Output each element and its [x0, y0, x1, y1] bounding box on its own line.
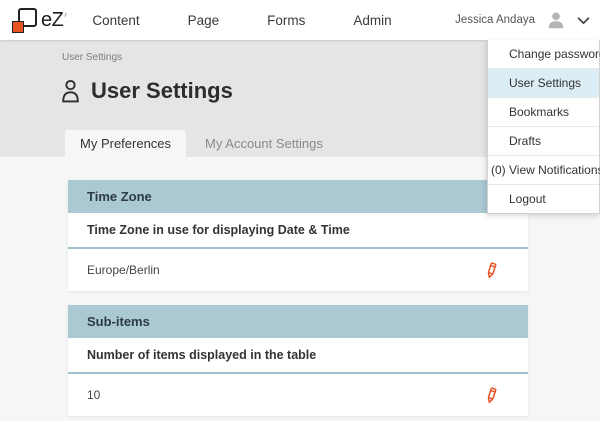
nav-item-page[interactable]: Page: [188, 13, 220, 28]
top-bar: eZ Content Page Forms Admin Jessica Anda…: [0, 0, 600, 40]
menu-item-view-notifications[interactable]: (0)View Notifications: [488, 156, 599, 185]
subitems-section: Sub-items Number of items displayed in t…: [68, 305, 528, 416]
page-title: User Settings: [91, 78, 233, 104]
subitems-value-row: 10: [68, 374, 528, 416]
timezone-section-header: Time Zone: [68, 180, 528, 213]
user-name: Jessica Andaya: [455, 14, 535, 26]
menu-item-bookmarks[interactable]: Bookmarks: [488, 98, 599, 127]
subitems-section-header: Sub-items: [68, 305, 528, 338]
timezone-setting-label: Time Zone in use for displaying Date & T…: [68, 213, 528, 249]
timezone-section: Time Zone Time Zone in use for displayin…: [68, 180, 528, 291]
chevron-down-icon: [577, 16, 590, 25]
menu-item-drafts[interactable]: Drafts: [488, 127, 599, 156]
breadcrumb: User Settings: [62, 52, 122, 63]
trademark-mark: [65, 13, 69, 18]
pencil-icon: [483, 387, 500, 404]
nav-item-forms[interactable]: Forms: [267, 13, 305, 28]
tab-my-account-settings[interactable]: My Account Settings: [190, 130, 338, 157]
logo-text: eZ: [41, 9, 63, 32]
subitems-value: 10: [87, 388, 100, 402]
avatar-icon: [545, 9, 567, 31]
menu-item-logout[interactable]: Logout: [488, 185, 599, 213]
timezone-value: Europe/Berlin: [87, 263, 160, 277]
ez-logo-icon: [12, 8, 37, 33]
subitems-setting-label: Number of items displayed in the table: [68, 338, 528, 374]
nav-item-content[interactable]: Content: [92, 13, 139, 28]
notification-count-badge: (0): [491, 156, 506, 184]
pencil-icon: [483, 262, 500, 279]
menu-item-label: View Notifications: [509, 163, 600, 177]
timezone-value-row: Europe/Berlin: [68, 249, 528, 291]
main-nav: Content Page Forms Admin: [92, 13, 391, 28]
app-window: eZ Content Page Forms Admin Jessica Anda…: [0, 0, 600, 421]
subitems-edit-button[interactable]: [483, 387, 500, 404]
menu-item-user-settings[interactable]: User Settings: [488, 69, 599, 98]
user-icon: [60, 79, 81, 104]
page-title-row: User Settings: [60, 78, 233, 104]
user-menu-trigger[interactable]: Jessica Andaya: [455, 9, 600, 31]
nav-item-admin[interactable]: Admin: [353, 13, 391, 28]
user-dropdown-menu: Change password User Settings Bookmarks …: [487, 40, 600, 214]
ez-logo[interactable]: eZ: [12, 8, 68, 33]
tab-my-preferences[interactable]: My Preferences: [65, 130, 186, 157]
tab-bar: My Preferences My Account Settings: [65, 130, 338, 157]
timezone-edit-button[interactable]: [483, 262, 500, 279]
logo-orange-square: [12, 21, 24, 33]
menu-item-change-password[interactable]: Change password: [488, 40, 599, 69]
